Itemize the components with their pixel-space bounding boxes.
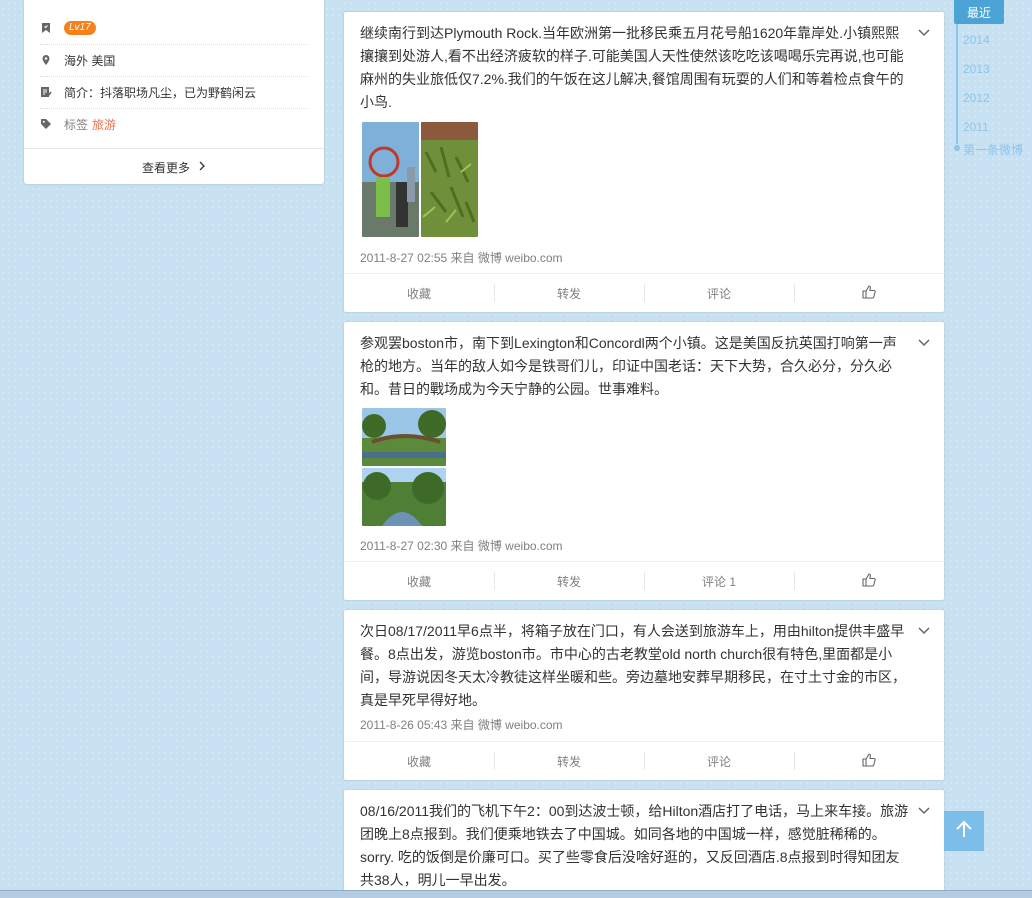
chevron-down-icon[interactable] [918, 622, 930, 635]
timeline-year[interactable]: 2011 [963, 120, 989, 134]
post-meta: 2011-8-26 05:43 来自 微博 weibo.com [360, 718, 563, 732]
tag-icon [40, 118, 52, 130]
chevron-down-icon[interactable] [918, 24, 930, 37]
feed-card: 次日08/17/2011早6点半，将箱子放在门口，有人会送到旅游车上，用由hil… [344, 610, 944, 780]
profile-card: Lv17 海外 美国 简介：抖落职场凡尘，已为野鹤闲云 标签 旅游 查看更多 [24, 0, 324, 184]
post-photo[interactable] [421, 122, 478, 237]
post-meta: 2011-8-27 02:55 来自 微博 weibo.com [360, 251, 563, 265]
post-actions: 收藏 转发 评论 [344, 741, 944, 780]
post-actions: 收藏 转发 评论 1 [344, 561, 944, 600]
post-text: 次日08/17/2011早6点半，将箱子放在门口，有人会送到旅游车上，用由hil… [360, 623, 906, 708]
post-text: 参观罢boston市，南下到Lexington和Concordl两个小镇。这是美… [360, 335, 897, 397]
timeline-dot [954, 145, 960, 151]
thumbs-up-icon [862, 572, 876, 590]
like-button[interactable] [794, 742, 944, 780]
location-row: 海外 美国 [40, 44, 308, 77]
tag-link[interactable]: 旅游 [92, 116, 116, 133]
post-actions: 收藏 转发 评论 [344, 273, 944, 312]
favorite-button[interactable]: 收藏 [344, 562, 494, 600]
see-more-button[interactable]: 查看更多 [24, 148, 324, 185]
favorite-button[interactable]: 收藏 [344, 742, 494, 780]
edit-icon [40, 86, 52, 98]
chevron-right-icon [198, 160, 206, 174]
bio-row: 简介：抖落职场凡尘，已为野鹤闲云 [40, 76, 308, 109]
post-photo[interactable] [362, 122, 419, 237]
thumbs-up-icon [862, 752, 876, 770]
chevron-down-icon[interactable] [918, 334, 930, 347]
tags-row: 标签 旅游 [40, 108, 308, 140]
level-row: Lv17 [40, 12, 308, 45]
comment-button[interactable]: 评论 [644, 742, 794, 780]
timeline-first-post[interactable]: 第一条微博 [963, 141, 1023, 158]
repost-button[interactable]: 转发 [494, 742, 644, 780]
timeline-line [956, 24, 958, 144]
post-meta: 2011-8-27 02:30 来自 微博 weibo.com [360, 539, 563, 553]
post-photo[interactable] [362, 468, 446, 526]
location-text: 海外 美国 [64, 53, 116, 68]
arrow-up-icon [954, 819, 974, 844]
bio-text: 简介：抖落职场凡尘，已为野鹤闲云 [64, 85, 257, 100]
level-badge[interactable]: Lv17 [64, 21, 96, 35]
tags-label: 标签 [64, 117, 89, 132]
comment-button[interactable]: 评论 1 [644, 562, 794, 600]
timeline-year[interactable]: 2012 [963, 91, 990, 105]
feed-card: 继续南行到达Plymouth Rock.当年欧洲第一批移民乘五月花号船1620年… [344, 12, 944, 312]
back-to-top-button[interactable] [944, 811, 984, 851]
year-timeline: 最近 2014 2013 2012 2011 第一条微博 [954, 0, 1032, 160]
like-button[interactable] [794, 274, 944, 312]
repost-button[interactable]: 转发 [494, 274, 644, 312]
see-more-label: 查看更多 [141, 160, 190, 175]
bookmark-icon [40, 22, 52, 34]
feed-card: 参观罢boston市，南下到Lexington和Concordl两个小镇。这是美… [344, 322, 944, 600]
post-text: 继续南行到达Plymouth Rock.当年欧洲第一批移民乘五月花号船1620年… [360, 25, 904, 110]
comment-button[interactable]: 评论 [644, 274, 794, 312]
favorite-button[interactable]: 收藏 [344, 274, 494, 312]
timeline-year[interactable]: 2013 [963, 62, 990, 76]
like-button[interactable] [794, 562, 944, 600]
timeline-year[interactable]: 2014 [963, 33, 990, 47]
location-pin-icon [40, 54, 52, 66]
feed-card: 08/16/2011我们的飞机下午2：00到达波士顿，给Hilton酒店打了电话… [344, 790, 944, 897]
thumbs-up-icon [862, 284, 876, 302]
post-photo[interactable] [362, 408, 446, 466]
timeline-current[interactable]: 最近 [954, 0, 1004, 24]
repost-button[interactable]: 转发 [494, 562, 644, 600]
post-text: 08/16/2011我们的飞机下午2：00到达波士顿，给Hilton酒店打了电话… [360, 803, 909, 888]
chevron-down-icon[interactable] [918, 802, 930, 815]
